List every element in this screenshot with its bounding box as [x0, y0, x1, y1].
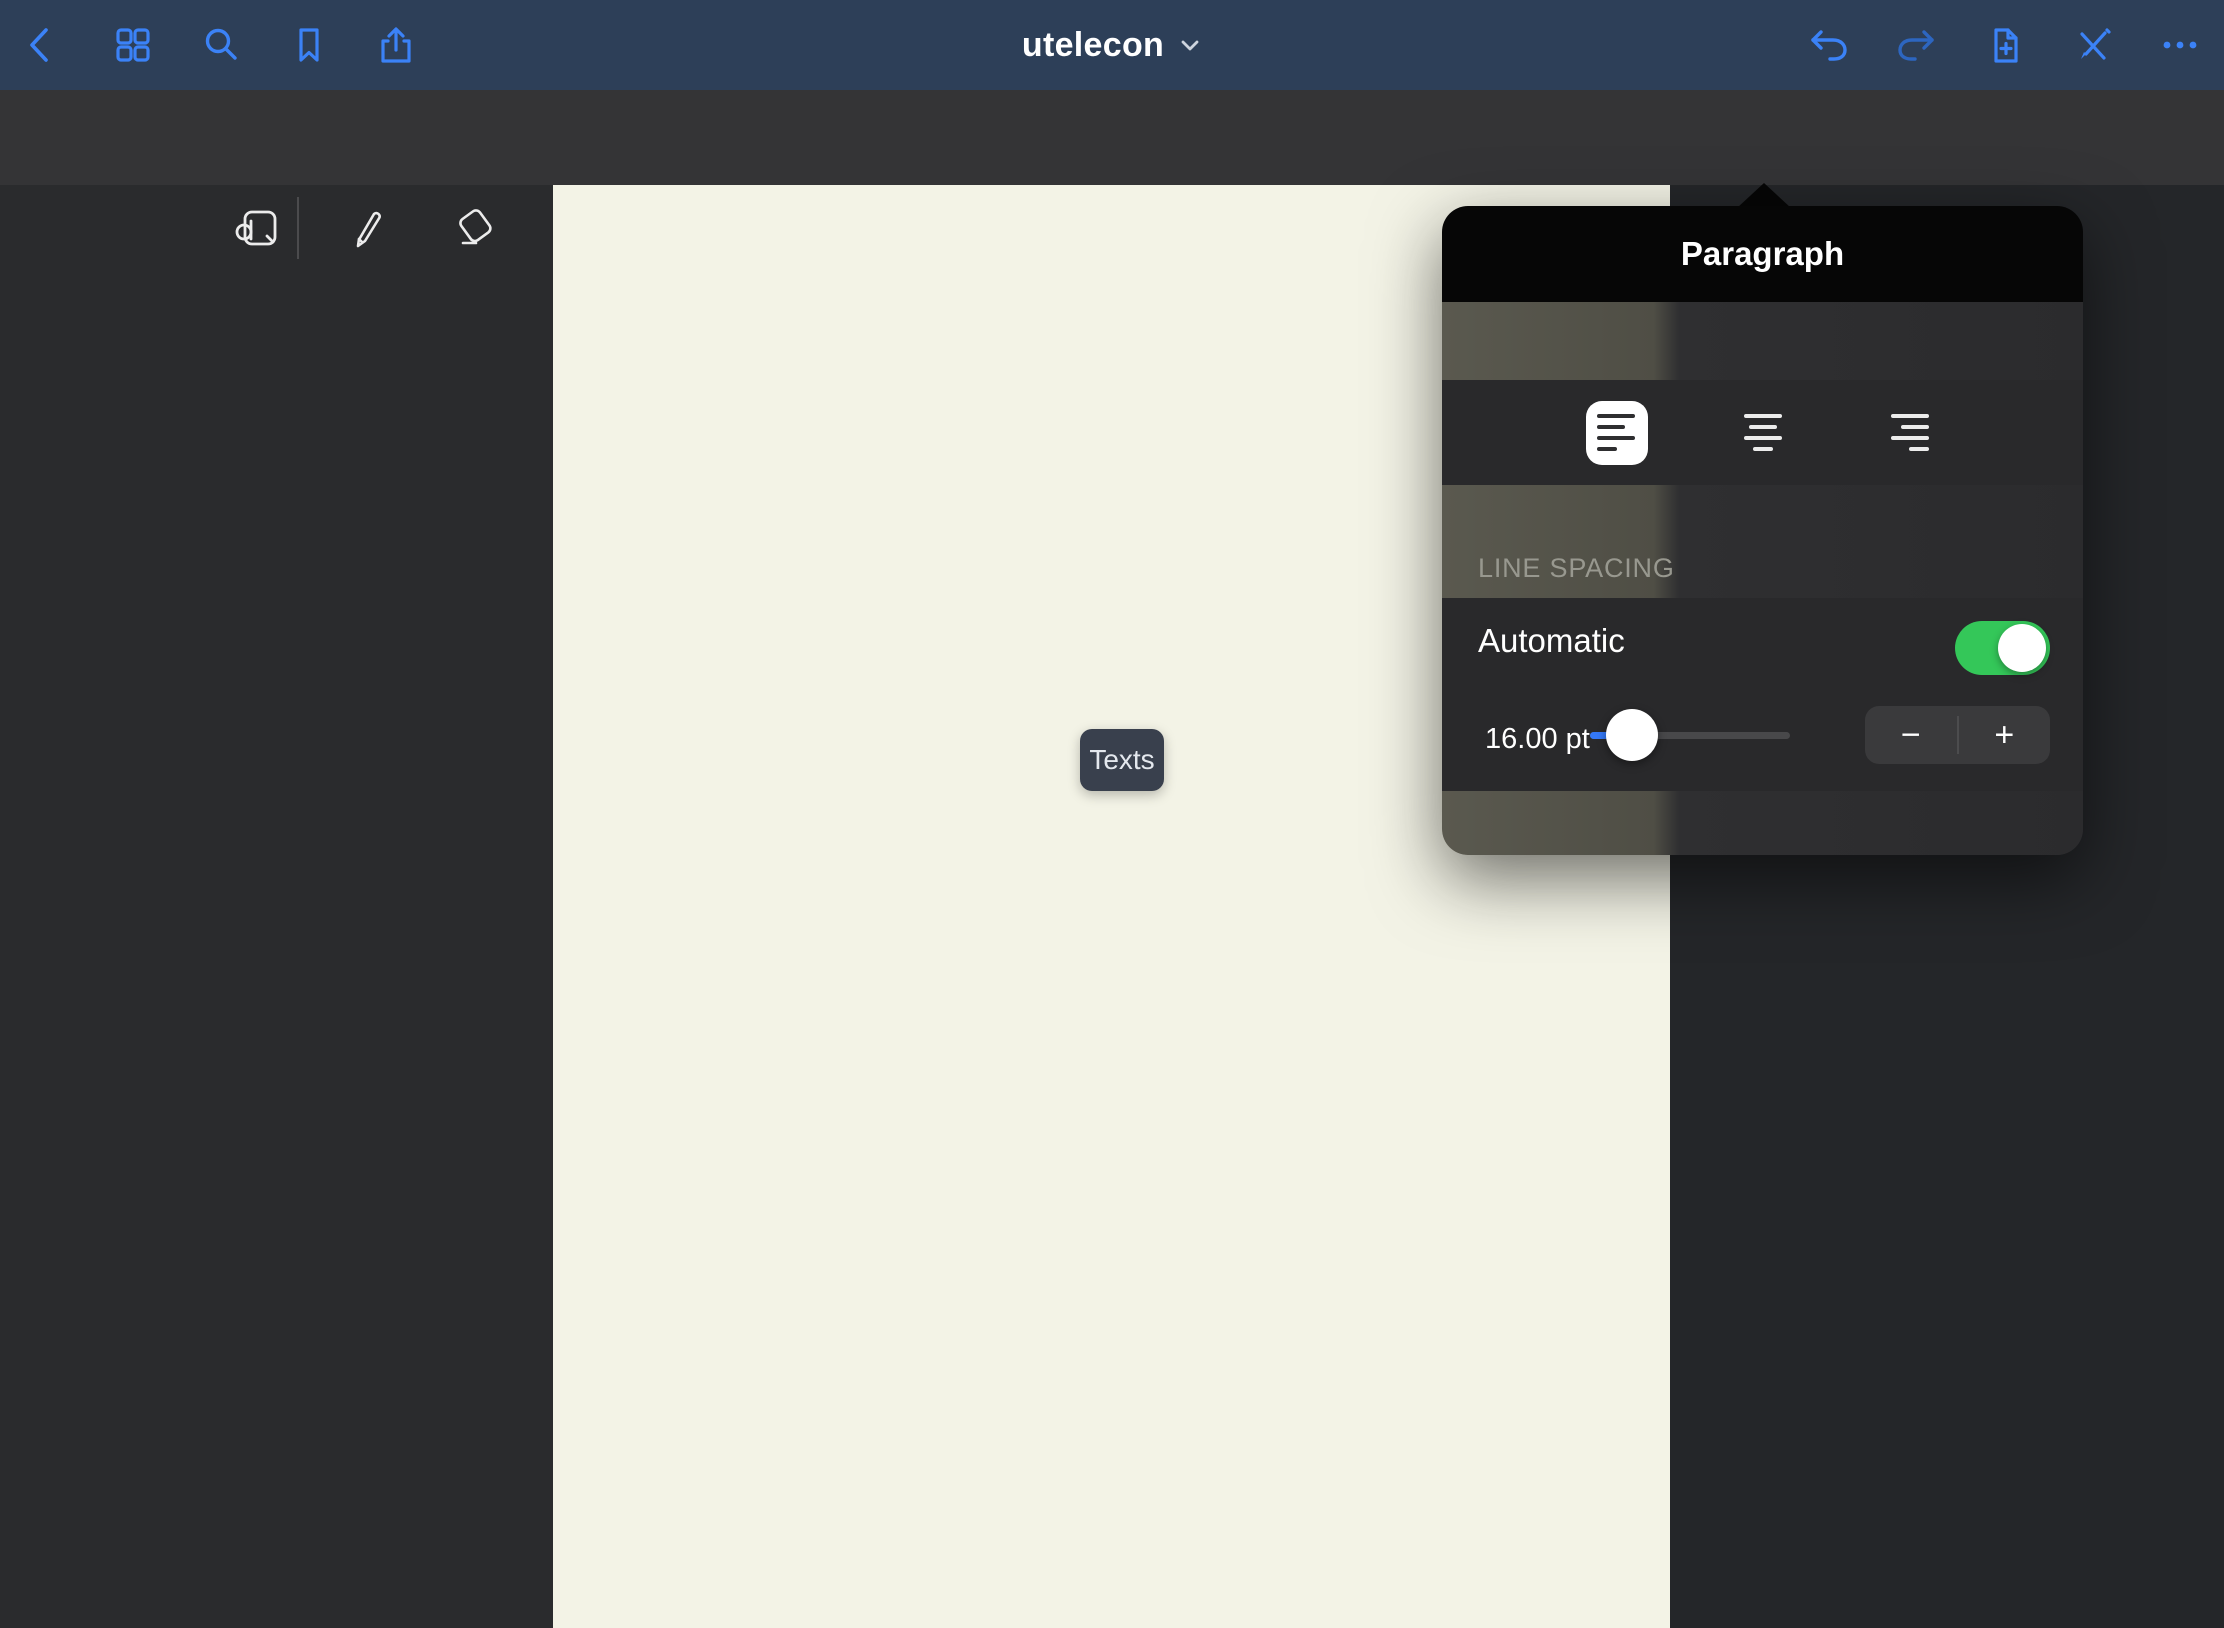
- pen-tool[interactable]: [339, 201, 391, 253]
- automatic-toggle[interactable]: [1955, 621, 2050, 675]
- document-title-button[interactable]: utelecon: [0, 0, 2224, 90]
- spacing-value: 16.00 pt: [1485, 723, 1590, 756]
- spacing-slider[interactable]: [1590, 708, 1790, 760]
- decrease-button[interactable]: −: [1865, 706, 1957, 764]
- automatic-label: Automatic: [1478, 622, 1625, 660]
- eraser-tool[interactable]: [449, 201, 501, 253]
- popover-band-top: [1442, 302, 2083, 380]
- paragraph-popover: Paragraph LINE SPACING Automatic 16.00 p…: [1442, 206, 2083, 855]
- pen-icon: [339, 201, 391, 253]
- ellipsis-icon: [2157, 22, 2203, 68]
- selected-text-object[interactable]: Texts: [1080, 729, 1164, 791]
- toggle-knob: [1998, 624, 2046, 672]
- popover-arrow: [1737, 183, 1791, 208]
- undo-icon: [1806, 22, 1852, 68]
- add-page-button[interactable]: [1983, 22, 2029, 68]
- chevron-down-icon: [1178, 33, 1202, 57]
- align-right-button[interactable]: [1878, 401, 1940, 465]
- line-spacing-label: LINE SPACING: [1478, 553, 1675, 584]
- spacing-stepper: − +: [1865, 706, 2050, 764]
- navbar: utelecon: [0, 0, 2224, 90]
- zoom-window-tool[interactable]: [230, 201, 282, 253]
- popover-header: Paragraph: [1442, 206, 2083, 302]
- undo-button[interactable]: [1806, 22, 1852, 68]
- more-button[interactable]: [2157, 22, 2203, 68]
- minus-icon: −: [1901, 716, 1921, 755]
- redo-button[interactable]: [1893, 22, 1939, 68]
- toolbar: T HiraginoSans-... 16: [0, 90, 2224, 185]
- plus-icon: +: [1994, 716, 2014, 755]
- pen-crossed-icon: [2070, 22, 2116, 68]
- add-page-icon: [1983, 22, 2029, 68]
- popover-title: Paragraph: [1681, 235, 1844, 273]
- document-title: utelecon: [1022, 26, 1164, 65]
- pen-mode-button[interactable]: [2070, 22, 2116, 68]
- align-left-button[interactable]: [1586, 401, 1648, 465]
- line-spacing-controls: Automatic 16.00 pt − +: [1442, 598, 2083, 791]
- increase-button[interactable]: +: [1959, 706, 2051, 764]
- zoom-window-icon: [230, 201, 282, 253]
- selected-text-label: Texts: [1089, 744, 1154, 776]
- redo-icon: [1893, 22, 1939, 68]
- toolbar-separator: [297, 197, 299, 259]
- popover-band-bottom: [1442, 791, 2083, 855]
- slider-knob[interactable]: [1606, 709, 1658, 761]
- align-center-button[interactable]: [1732, 401, 1794, 465]
- eraser-icon: [449, 201, 501, 253]
- line-spacing-section: LINE SPACING: [1442, 485, 2083, 598]
- app-screen: utelecon: [0, 0, 2224, 1628]
- alignment-row: [1442, 380, 2083, 485]
